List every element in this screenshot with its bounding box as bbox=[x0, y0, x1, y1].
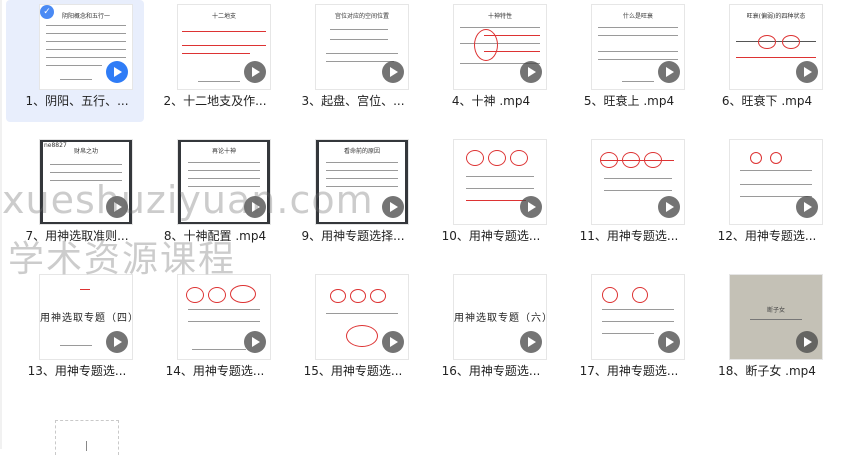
file-grid: 阴阳概念和五行一 ✓ 1、阴阳、五行、... 十二地支 2、十二地支及作... … bbox=[0, 0, 855, 449]
file-name: 5、旺衰上 .mp4 bbox=[583, 94, 675, 108]
file-name: 2、十二地支及作... bbox=[163, 94, 267, 108]
thumbnail-title: 再论十神 bbox=[211, 148, 236, 155]
file-tile[interactable]: 15、用神专题选... bbox=[282, 270, 420, 392]
file-name: 3、起盘、宫位、... bbox=[301, 94, 405, 108]
play-icon[interactable] bbox=[796, 61, 818, 83]
thumbnail-title: 用神选取专题（六） bbox=[454, 313, 546, 324]
file-name: 10、用神专题选... bbox=[441, 229, 541, 243]
file-name: 15、用神专题选... bbox=[303, 364, 403, 378]
play-icon[interactable] bbox=[658, 196, 680, 218]
watermark-text: 学术资源课程 bbox=[8, 239, 237, 280]
thumbnail-title: 什么是旺衰 bbox=[622, 13, 653, 20]
file-tile[interactable]: 用神选取专题（四） 13、用神专题选... bbox=[6, 270, 144, 392]
file-name: 6、旺衰下 .mp4 bbox=[721, 94, 813, 108]
file-tile[interactable]: 17、用神专题选... bbox=[558, 270, 696, 392]
thumbnail-title: 旺衰(偏弱)的四种状态 bbox=[746, 13, 806, 20]
file-name: 18、断子女 .mp4 bbox=[718, 364, 816, 378]
play-icon[interactable] bbox=[658, 61, 680, 83]
file-name: 16、用神专题选... bbox=[441, 364, 541, 378]
file-tile[interactable]: 14、用神专题选... bbox=[144, 270, 282, 392]
play-icon[interactable] bbox=[382, 61, 404, 83]
play-icon[interactable] bbox=[382, 196, 404, 218]
play-icon[interactable] bbox=[106, 331, 128, 353]
play-icon[interactable] bbox=[244, 61, 266, 83]
thumbnail-title: 财帛之功 bbox=[73, 148, 98, 155]
file-tile[interactable]: 12、用神专题选... bbox=[696, 135, 834, 257]
play-icon[interactable] bbox=[244, 331, 266, 353]
play-icon[interactable] bbox=[520, 61, 542, 83]
thumbnail-title: 看命前的原因 bbox=[343, 148, 380, 155]
file-tile[interactable]: 旺衰(偏弱)的四种状态 6、旺衰下 .mp4 bbox=[696, 0, 834, 122]
thumbnail-title: 宫位对应的空间位置 bbox=[334, 13, 389, 20]
watermark-url: xueshuziyuan.com bbox=[2, 178, 374, 222]
file-name: 9、用神专题选择... bbox=[301, 229, 405, 243]
thumbnail-title: 用神选取专题（四） bbox=[40, 313, 132, 324]
file-tile[interactable]: 宫位对应的空间位置 3、起盘、宫位、... bbox=[282, 0, 420, 122]
play-icon[interactable] bbox=[106, 61, 128, 83]
play-icon[interactable] bbox=[796, 196, 818, 218]
selected-check-icon[interactable]: ✓ bbox=[40, 5, 54, 19]
play-icon[interactable] bbox=[796, 331, 818, 353]
file-name: 12、用神专题选... bbox=[717, 229, 817, 243]
file-tile[interactable]: 十二地支 2、十二地支及作... bbox=[144, 0, 282, 122]
file-tile[interactable]: 断子女 18、断子女 .mp4 bbox=[696, 270, 834, 392]
thumbnail-title: 十神特性 bbox=[487, 13, 512, 20]
thumbnail-title: 十二地支 bbox=[211, 13, 236, 20]
play-icon[interactable] bbox=[520, 331, 542, 353]
file-name: 14、用神专题选... bbox=[165, 364, 265, 378]
play-icon[interactable] bbox=[658, 331, 680, 353]
file-tile[interactable]: 用神选取专题（六） 16、用神专题选... bbox=[420, 270, 558, 392]
file-name: 4、十神 .mp4 bbox=[451, 94, 531, 108]
file-tile[interactable]: 10、用神专题选... bbox=[420, 135, 558, 257]
file-tile[interactable]: 11、用神专题选... bbox=[558, 135, 696, 257]
file-tile[interactable]: 十神特性 4、十神 .mp4 bbox=[420, 0, 558, 122]
file-tile[interactable]: 什么是旺衰 5、旺衰上 .mp4 bbox=[558, 0, 696, 122]
upload-placeholder-tile[interactable] bbox=[55, 420, 119, 455]
file-name: 17、用神专题选... bbox=[579, 364, 679, 378]
file-name: 1、阴阳、五行、... bbox=[25, 94, 129, 108]
file-tile[interactable]: 阴阳概念和五行一 ✓ 1、阴阳、五行、... bbox=[6, 0, 144, 122]
play-icon[interactable] bbox=[382, 331, 404, 353]
thumbnail-title: 断子女 bbox=[766, 307, 785, 314]
play-icon[interactable] bbox=[520, 196, 542, 218]
file-name: 11、用神专题选... bbox=[579, 229, 679, 243]
file-name: 13、用神专题选... bbox=[27, 364, 127, 378]
